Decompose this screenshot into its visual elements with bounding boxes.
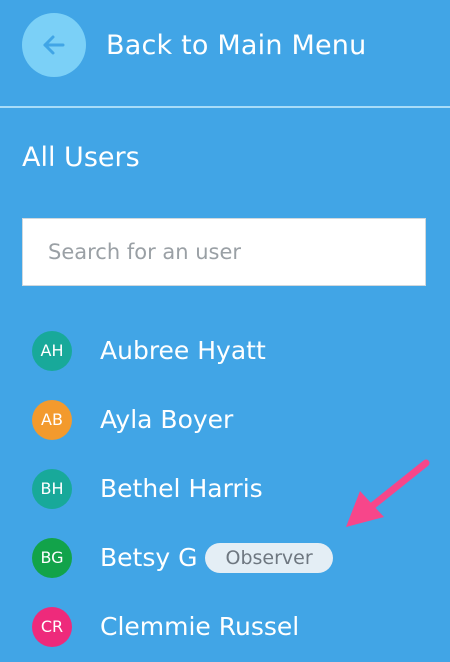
user-name[interactable]: Betsy G bbox=[100, 543, 197, 572]
section-title: All Users bbox=[22, 142, 140, 173]
avatar: CR bbox=[32, 606, 72, 647]
user-row-clemmie-russel[interactable]: CR Clemmie Russel bbox=[0, 592, 450, 661]
avatar: BH bbox=[32, 468, 72, 509]
avatar: AB bbox=[32, 399, 72, 440]
avatar: BG bbox=[32, 537, 72, 578]
divider bbox=[0, 106, 450, 108]
user-name[interactable]: Clemmie Russel bbox=[100, 612, 299, 641]
observer-role-badge: Observer bbox=[205, 542, 333, 573]
avatar: AH bbox=[32, 330, 72, 371]
user-name[interactable]: Ayla Boyer bbox=[100, 405, 233, 434]
user-search-input[interactable] bbox=[22, 218, 426, 286]
user-row-aubree-hyatt[interactable]: AH Aubree Hyatt bbox=[0, 316, 450, 385]
pink-pointer-arrow-icon bbox=[346, 459, 430, 527]
user-name[interactable]: Aubree Hyatt bbox=[100, 336, 266, 365]
user-row-ayla-boyer[interactable]: AB Ayla Boyer bbox=[0, 385, 450, 454]
arrow-left-icon[interactable] bbox=[22, 13, 86, 77]
back-to-main-menu-label[interactable]: Back to Main Menu bbox=[106, 30, 366, 61]
back-to-main-menu-button[interactable]: Back to Main Menu bbox=[0, 0, 450, 106]
user-name[interactable]: Bethel Harris bbox=[100, 474, 263, 503]
